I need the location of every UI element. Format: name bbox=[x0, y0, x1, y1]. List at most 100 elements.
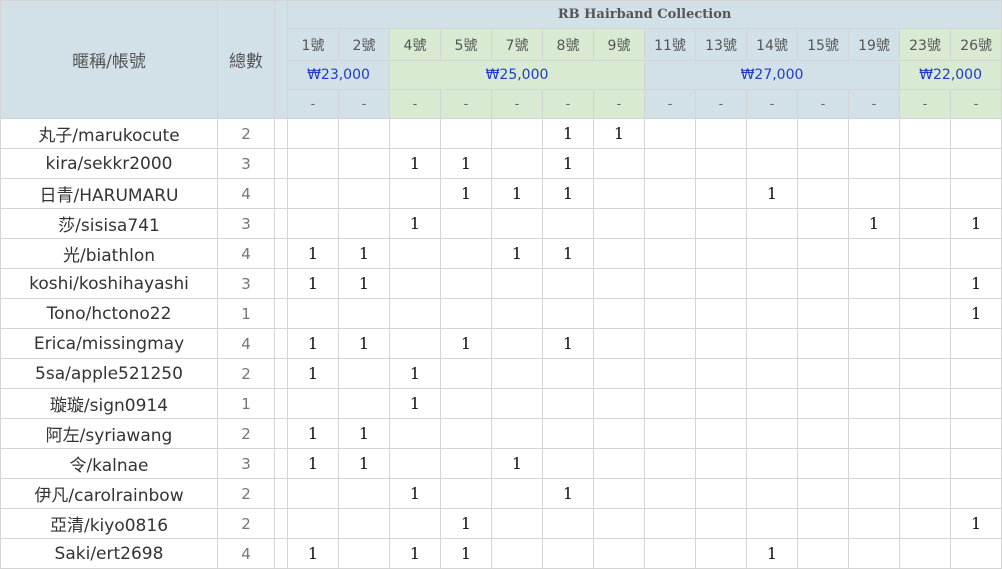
value-cell[interactable] bbox=[287, 148, 339, 179]
value-cell[interactable] bbox=[899, 478, 951, 509]
value-cell[interactable]: 1 bbox=[287, 418, 339, 449]
value-cell[interactable]: 1 bbox=[542, 238, 594, 269]
value-cell[interactable] bbox=[440, 268, 492, 299]
value-cell[interactable] bbox=[542, 418, 594, 449]
number-header-cell[interactable]: 2號 bbox=[338, 28, 390, 61]
value-cell[interactable]: 1 bbox=[949, 298, 1002, 329]
value-cell[interactable] bbox=[746, 508, 798, 539]
value-cell[interactable]: 1 bbox=[746, 178, 798, 209]
gap-cell[interactable] bbox=[274, 538, 288, 569]
total-cell[interactable]: 1 bbox=[217, 388, 275, 419]
value-cell[interactable] bbox=[949, 448, 1002, 479]
value-cell[interactable] bbox=[542, 298, 594, 329]
value-cell[interactable]: 1 bbox=[848, 208, 900, 239]
value-cell[interactable]: 1 bbox=[949, 208, 1002, 239]
value-cell[interactable] bbox=[949, 418, 1002, 449]
value-cell[interactable] bbox=[695, 448, 747, 479]
value-cell[interactable] bbox=[848, 118, 900, 149]
value-cell[interactable] bbox=[593, 298, 645, 329]
total-cell[interactable]: 3 bbox=[217, 148, 275, 179]
value-cell[interactable] bbox=[440, 118, 492, 149]
total-cell[interactable]: 2 bbox=[217, 478, 275, 509]
value-cell[interactable] bbox=[797, 478, 849, 509]
value-cell[interactable] bbox=[644, 418, 696, 449]
total-cell[interactable]: 4 bbox=[217, 238, 275, 269]
value-cell[interactable] bbox=[389, 178, 441, 209]
value-cell[interactable] bbox=[440, 298, 492, 329]
name-cell[interactable]: 日青/HARUMARU bbox=[0, 178, 218, 209]
value-cell[interactable] bbox=[695, 238, 747, 269]
gap-cell[interactable] bbox=[274, 238, 288, 269]
total-column-header[interactable]: 總數 bbox=[217, 0, 275, 119]
value-cell[interactable] bbox=[797, 148, 849, 179]
value-cell[interactable] bbox=[644, 478, 696, 509]
value-cell[interactable] bbox=[899, 268, 951, 299]
value-cell[interactable] bbox=[899, 118, 951, 149]
value-cell[interactable] bbox=[644, 118, 696, 149]
gap-cell[interactable] bbox=[274, 328, 288, 359]
gap-cell[interactable] bbox=[274, 358, 288, 389]
total-cell[interactable]: 1 bbox=[217, 298, 275, 329]
value-cell[interactable] bbox=[797, 448, 849, 479]
value-cell[interactable]: 1 bbox=[389, 388, 441, 419]
value-cell[interactable] bbox=[287, 208, 339, 239]
value-cell[interactable] bbox=[389, 418, 441, 449]
value-cell[interactable]: 1 bbox=[389, 538, 441, 569]
value-cell[interactable] bbox=[287, 298, 339, 329]
value-cell[interactable] bbox=[491, 208, 543, 239]
value-cell[interactable]: 1 bbox=[338, 238, 390, 269]
number-header-cell[interactable]: 5號 bbox=[440, 28, 492, 61]
dash-cell[interactable]: - bbox=[746, 89, 798, 119]
value-cell[interactable] bbox=[644, 178, 696, 209]
value-cell[interactable] bbox=[542, 538, 594, 569]
value-cell[interactable] bbox=[899, 358, 951, 389]
name-cell[interactable]: 5sa/apple521250 bbox=[0, 358, 218, 389]
value-cell[interactable] bbox=[746, 268, 798, 299]
value-cell[interactable] bbox=[440, 208, 492, 239]
name-column-header[interactable]: 暱稱/帳號 bbox=[0, 0, 218, 119]
value-cell[interactable] bbox=[899, 208, 951, 239]
value-cell[interactable] bbox=[848, 178, 900, 209]
value-cell[interactable] bbox=[644, 328, 696, 359]
price-header-cell[interactable]: ₩27,000 bbox=[644, 60, 900, 90]
value-cell[interactable]: 1 bbox=[542, 178, 594, 209]
name-cell[interactable]: Tono/hctono22 bbox=[0, 298, 218, 329]
number-header-cell[interactable]: 11號 bbox=[644, 28, 696, 61]
gap-cell[interactable] bbox=[274, 508, 288, 539]
value-cell[interactable] bbox=[949, 358, 1002, 389]
value-cell[interactable] bbox=[593, 238, 645, 269]
number-header-cell[interactable]: 13號 bbox=[695, 28, 747, 61]
value-cell[interactable] bbox=[899, 298, 951, 329]
value-cell[interactable] bbox=[848, 148, 900, 179]
value-cell[interactable] bbox=[644, 208, 696, 239]
value-cell[interactable] bbox=[338, 508, 390, 539]
value-cell[interactable] bbox=[491, 358, 543, 389]
value-cell[interactable]: 1 bbox=[440, 328, 492, 359]
number-header-cell[interactable]: 1號 bbox=[287, 28, 339, 61]
value-cell[interactable] bbox=[695, 478, 747, 509]
gap-cell[interactable] bbox=[274, 448, 288, 479]
value-cell[interactable]: 1 bbox=[542, 148, 594, 179]
value-cell[interactable] bbox=[949, 118, 1002, 149]
value-cell[interactable] bbox=[797, 538, 849, 569]
value-cell[interactable] bbox=[695, 178, 747, 209]
dash-cell[interactable]: - bbox=[440, 89, 492, 119]
value-cell[interactable] bbox=[797, 508, 849, 539]
value-cell[interactable] bbox=[338, 388, 390, 419]
value-cell[interactable] bbox=[797, 388, 849, 419]
price-header-cell[interactable]: ₩22,000 bbox=[898, 60, 1002, 90]
value-cell[interactable] bbox=[389, 118, 441, 149]
dash-cell[interactable]: - bbox=[491, 89, 543, 119]
value-cell[interactable] bbox=[389, 298, 441, 329]
value-cell[interactable] bbox=[695, 508, 747, 539]
value-cell[interactable] bbox=[848, 238, 900, 269]
value-cell[interactable] bbox=[644, 148, 696, 179]
name-cell[interactable]: 莎/sisisa741 bbox=[0, 208, 218, 239]
value-cell[interactable] bbox=[797, 418, 849, 449]
total-cell[interactable]: 4 bbox=[217, 328, 275, 359]
value-cell[interactable] bbox=[440, 418, 492, 449]
dash-cell[interactable]: - bbox=[695, 89, 747, 119]
value-cell[interactable] bbox=[695, 418, 747, 449]
value-cell[interactable] bbox=[644, 268, 696, 299]
value-cell[interactable]: 1 bbox=[949, 268, 1002, 299]
